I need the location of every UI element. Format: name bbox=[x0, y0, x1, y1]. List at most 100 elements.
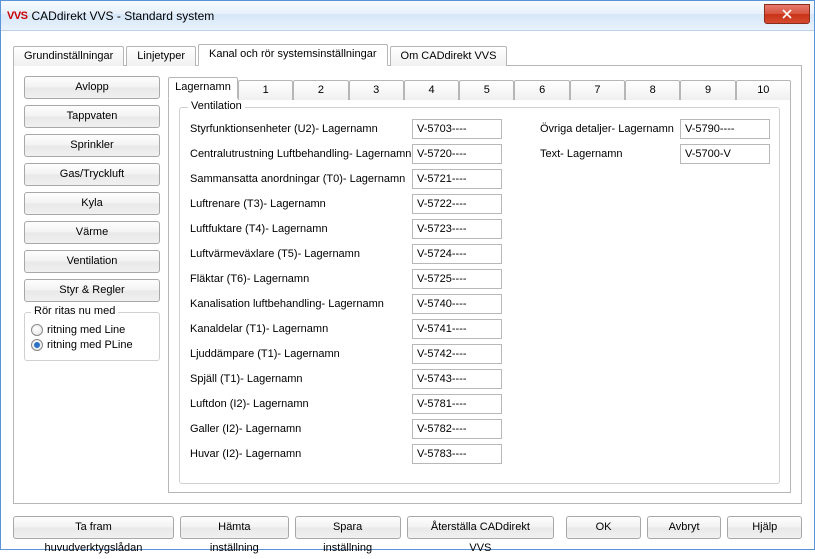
app-window: VVS CADdirekt VVS - Standard system Grun… bbox=[0, 0, 815, 550]
btn-aterstalla[interactable]: Återställa CADdirekt VVS bbox=[407, 516, 555, 539]
lagernamn-input[interactable] bbox=[680, 119, 770, 139]
form-row: Kanalisation luftbehandling- Lagernamn bbox=[190, 293, 510, 315]
inner-tab-3[interactable]: 3 bbox=[349, 80, 404, 100]
field-label: Luftfuktare (T4)- Lagernamn bbox=[190, 223, 412, 235]
inner-tab-lagernamn[interactable]: Lagernamn bbox=[168, 77, 238, 99]
sidebar-btn-avlopp[interactable]: Avlopp bbox=[24, 76, 160, 99]
lagernamn-input[interactable] bbox=[412, 394, 502, 414]
titlebar: VVS CADdirekt VVS - Standard system bbox=[1, 1, 814, 31]
btn-ta-fram-verktyg[interactable]: Ta fram huvudverktygslådan bbox=[13, 516, 174, 539]
form-row: Sammansatta anordningar (T0)- Lagernamn bbox=[190, 168, 510, 190]
tab-grundinstallningar[interactable]: Grundinställningar bbox=[13, 46, 124, 66]
radio-icon bbox=[31, 324, 43, 336]
inner-tab-strip: Lagernamn 1 2 3 4 5 6 7 8 9 10 bbox=[168, 76, 791, 98]
lagernamn-input[interactable] bbox=[412, 219, 502, 239]
sidebar-btn-ventilation[interactable]: Ventilation bbox=[24, 250, 160, 273]
btn-ok[interactable]: OK bbox=[566, 516, 641, 539]
form-row: Luftrenare (T3)- Lagernamn bbox=[190, 193, 510, 215]
inner-tab-9[interactable]: 9 bbox=[680, 80, 735, 100]
fieldset-legend: Ventilation bbox=[188, 100, 245, 112]
lagernamn-input[interactable] bbox=[412, 419, 502, 439]
radio-line[interactable]: ritning med Line bbox=[31, 324, 153, 336]
window-title: CADdirekt VVS - Standard system bbox=[32, 9, 215, 23]
form-row: Text- Lagernamn bbox=[540, 143, 770, 165]
field-label: Övriga detaljer- Lagernamn bbox=[540, 123, 680, 135]
lagernamn-input[interactable] bbox=[412, 319, 502, 339]
tab-linjetyper[interactable]: Linjetyper bbox=[126, 46, 196, 66]
field-label: Luftdon (I2)- Lagernamn bbox=[190, 398, 412, 410]
btn-spara-installning[interactable]: Spara inställning bbox=[295, 516, 401, 539]
radio-icon bbox=[31, 339, 43, 351]
lagernamn-input[interactable] bbox=[412, 194, 502, 214]
close-icon bbox=[782, 9, 792, 19]
radio-label: ritning med PLine bbox=[47, 339, 133, 351]
radio-pline[interactable]: ritning med PLine bbox=[31, 339, 153, 351]
field-label: Ljuddämpare (T1)- Lagernamn bbox=[190, 348, 412, 360]
radio-label: ritning med Line bbox=[47, 324, 125, 336]
lagernamn-input[interactable] bbox=[412, 169, 502, 189]
inner-tab-8[interactable]: 8 bbox=[625, 80, 680, 100]
sidebar: Avlopp Tappvaten Sprinkler Gas/Tryckluft… bbox=[24, 76, 160, 493]
outer-tab-strip: Grundinställningar Linjetyper Kanal och … bbox=[13, 43, 802, 65]
lagernamn-input[interactable] bbox=[412, 444, 502, 464]
sidebar-btn-styr-regler[interactable]: Styr & Regler bbox=[24, 279, 160, 302]
inner-tab-10[interactable]: 10 bbox=[736, 80, 791, 100]
field-label: Huvar (I2)- Lagernamn bbox=[190, 448, 412, 460]
inner-tab-7[interactable]: 7 bbox=[570, 80, 625, 100]
lagernamn-input[interactable] bbox=[680, 144, 770, 164]
form-row: Spjäll (T1)- Lagernamn bbox=[190, 368, 510, 390]
tab-kanal-och-ror[interactable]: Kanal och rör systemsinställningar bbox=[198, 44, 388, 66]
form-col-left: Styrfunktionsenheter (U2)- Lagernamn Cent… bbox=[190, 118, 510, 468]
tab-om-caddirekt[interactable]: Om CADdirekt VVS bbox=[390, 46, 508, 66]
close-button[interactable] bbox=[764, 4, 810, 24]
form-row: Huvar (I2)- Lagernamn bbox=[190, 443, 510, 465]
field-label: Text- Lagernamn bbox=[540, 148, 680, 160]
btn-hjalp[interactable]: Hjälp bbox=[727, 516, 802, 539]
form-row: Fläktar (T6)- Lagernamn bbox=[190, 268, 510, 290]
inner-tab-6[interactable]: 6 bbox=[514, 80, 569, 100]
field-label: Fläktar (T6)- Lagernamn bbox=[190, 273, 412, 285]
form-row: Centralutrustning Luftbehandling- Lagern… bbox=[190, 143, 510, 165]
lagernamn-input[interactable] bbox=[412, 119, 502, 139]
sidebar-btn-kyla[interactable]: Kyla bbox=[24, 192, 160, 215]
form-columns: Styrfunktionsenheter (U2)- Lagernamn Cent… bbox=[190, 118, 769, 468]
form-col-right: Övriga detaljer- Lagernamn Text- Lagernam… bbox=[540, 118, 770, 468]
field-label: Spjäll (T1)- Lagernamn bbox=[190, 373, 412, 385]
sidebar-btn-varme[interactable]: Värme bbox=[24, 221, 160, 244]
draw-mode-legend: Rör ritas nu med bbox=[31, 305, 118, 317]
sidebar-btn-sprinkler[interactable]: Sprinkler bbox=[24, 134, 160, 157]
inner-tab-5[interactable]: 5 bbox=[459, 80, 514, 100]
main-panel: Lagernamn 1 2 3 4 5 6 7 8 9 10 Ventilati… bbox=[168, 76, 791, 493]
lagernamn-input[interactable] bbox=[412, 369, 502, 389]
draw-mode-group: Rör ritas nu med ritning med Line ritnin… bbox=[24, 312, 160, 361]
form-row: Luftvärmeväxlare (T5)- Lagernamn bbox=[190, 243, 510, 265]
ventilation-fieldset: Ventilation Styrfunktionsenheter (U2)- L… bbox=[179, 107, 780, 484]
form-row: Luftdon (I2)- Lagernamn bbox=[190, 393, 510, 415]
sidebar-btn-tappvaten[interactable]: Tappvaten bbox=[24, 105, 160, 128]
lagernamn-input[interactable] bbox=[412, 144, 502, 164]
form-row: Övriga detaljer- Lagernamn bbox=[540, 118, 770, 140]
sidebar-btn-gas-tryckluft[interactable]: Gas/Tryckluft bbox=[24, 163, 160, 186]
field-label: Styrfunktionsenheter (U2)- Lagernamn bbox=[190, 123, 412, 135]
field-label: Kanaldelar (T1)- Lagernamn bbox=[190, 323, 412, 335]
content-area: Grundinställningar Linjetyper Kanal och … bbox=[1, 31, 814, 510]
form-row: Ljuddämpare (T1)- Lagernamn bbox=[190, 343, 510, 365]
btn-hamta-installning[interactable]: Hämta inställning bbox=[180, 516, 289, 539]
field-label: Sammansatta anordningar (T0)- Lagernamn bbox=[190, 173, 412, 185]
inner-tab-1[interactable]: 1 bbox=[238, 80, 293, 100]
field-label: Centralutrustning Luftbehandling- Lagern… bbox=[190, 148, 412, 160]
field-label: Galler (I2)- Lagernamn bbox=[190, 423, 412, 435]
lagernamn-input[interactable] bbox=[412, 269, 502, 289]
bottom-bar: Ta fram huvudverktygslådan Hämta inställ… bbox=[1, 510, 814, 549]
app-logo: VVS bbox=[7, 10, 28, 22]
inner-tab-2[interactable]: 2 bbox=[293, 80, 348, 100]
inner-tab-4[interactable]: 4 bbox=[404, 80, 459, 100]
lagernamn-input[interactable] bbox=[412, 344, 502, 364]
form-row: Styrfunktionsenheter (U2)- Lagernamn bbox=[190, 118, 510, 140]
field-label: Luftrenare (T3)- Lagernamn bbox=[190, 198, 412, 210]
field-label: Luftvärmeväxlare (T5)- Lagernamn bbox=[190, 248, 412, 260]
field-label: Kanalisation luftbehandling- Lagernamn bbox=[190, 298, 412, 310]
lagernamn-input[interactable] bbox=[412, 294, 502, 314]
btn-avbryt[interactable]: Avbryt bbox=[647, 516, 722, 539]
lagernamn-input[interactable] bbox=[412, 244, 502, 264]
